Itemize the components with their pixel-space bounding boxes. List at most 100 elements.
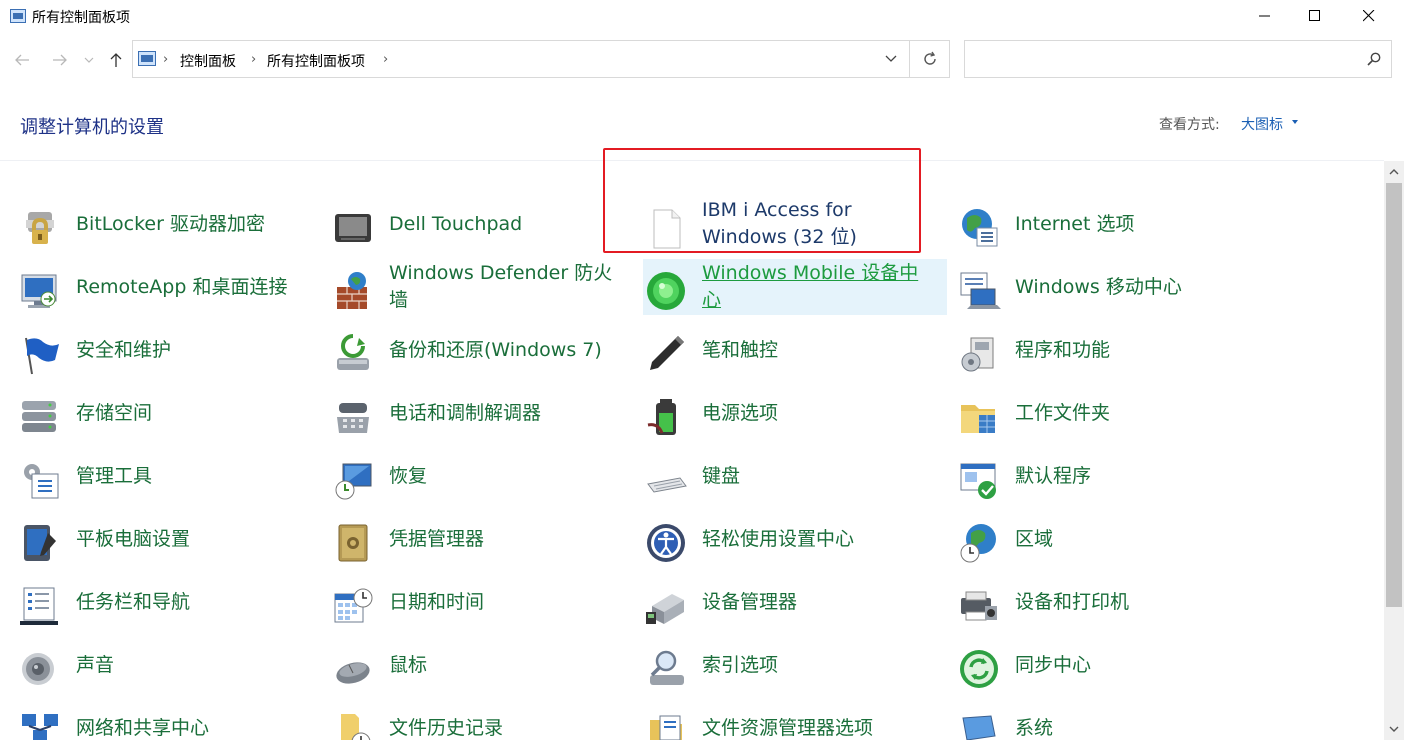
item-label[interactable]: Dell Touchpad xyxy=(389,196,619,252)
item-label[interactable]: 文件资源管理器选项 xyxy=(702,700,932,740)
item-internet-options[interactable]: Internet 选项 xyxy=(939,196,1243,252)
address-bar[interactable]: › 控制面板 › 所有控制面板项 › xyxy=(132,40,950,78)
item-sound[interactable]: 声音 xyxy=(0,637,304,693)
item-label[interactable]: 同步中心 xyxy=(1015,637,1245,693)
item-label[interactable]: 系统 xyxy=(1015,700,1245,740)
item-label[interactable]: Internet 选项 xyxy=(1015,196,1245,252)
item-label[interactable]: 管理工具 xyxy=(76,448,306,504)
caret-down-icon[interactable] xyxy=(1292,120,1298,124)
item-label[interactable]: 备份和还原(Windows 7) xyxy=(389,322,619,378)
refresh-button[interactable] xyxy=(909,41,949,77)
item-label[interactable]: 索引选项 xyxy=(702,637,932,693)
item-ease-of-access[interactable]: 轻松使用设置中心 xyxy=(626,511,930,567)
item-label[interactable]: 声音 xyxy=(76,637,306,693)
item-indexing-options[interactable]: 索引选项 xyxy=(626,637,930,693)
scrollbar-thumb[interactable] xyxy=(1386,183,1402,607)
view-by-dropdown[interactable]: 大图标 xyxy=(1241,114,1283,134)
item-label[interactable]: 笔和触控 xyxy=(702,322,932,378)
close-button[interactable] xyxy=(1346,0,1392,32)
item-tablet-settings[interactable]: 平板电脑设置 xyxy=(0,511,304,567)
item-work-folders[interactable]: 工作文件夹 xyxy=(939,385,1243,441)
up-button[interactable] xyxy=(104,48,128,72)
item-backup-restore[interactable]: 备份和还原(Windows 7) xyxy=(313,322,617,378)
item-label[interactable]: 工作文件夹 xyxy=(1015,385,1245,441)
item-label[interactable]: 日期和时间 xyxy=(389,574,619,630)
item-label[interactable]: 存储空间 xyxy=(76,385,306,441)
breadcrumb-separator[interactable]: › xyxy=(383,52,388,67)
item-label[interactable]: Windows Defender 防火墙 xyxy=(389,259,619,315)
item-region[interactable]: 区域 xyxy=(939,511,1243,567)
item-dell-touchpad[interactable]: Dell Touchpad xyxy=(313,196,617,252)
item-label[interactable]: 电话和调制解调器 xyxy=(389,385,619,441)
chevron-down-icon xyxy=(885,55,897,62)
item-label[interactable]: 凭据管理器 xyxy=(389,511,619,567)
breadcrumb-separator[interactable]: › xyxy=(251,52,256,67)
item-label[interactable]: 平板电脑设置 xyxy=(76,511,306,567)
breadcrumb-separator[interactable]: › xyxy=(163,52,168,67)
item-label[interactable]: 键盘 xyxy=(702,448,932,504)
vertical-scrollbar[interactable] xyxy=(1384,161,1404,740)
breadcrumb-all-items[interactable]: 所有控制面板项 xyxy=(267,51,365,71)
item-label[interactable]: 恢复 xyxy=(389,448,619,504)
item-bitlocker[interactable]: BitLocker 驱动器加密 xyxy=(0,196,304,252)
item-label[interactable]: 鼠标 xyxy=(389,637,619,693)
ease-of-access-icon xyxy=(647,524,685,562)
item-date-time[interactable]: 日期和时间 xyxy=(313,574,617,630)
item-mobility-center[interactable]: Windows 移动中心 xyxy=(939,259,1243,315)
item-label[interactable]: Windows 移动中心 xyxy=(1015,259,1245,315)
item-label[interactable]: 轻松使用设置中心 xyxy=(702,511,932,567)
item-keyboard[interactable]: 键盘 xyxy=(626,448,930,504)
back-arrow-icon xyxy=(15,54,29,66)
address-dropdown-button[interactable] xyxy=(873,41,909,77)
recent-locations-button[interactable] xyxy=(80,48,98,72)
item-storage-spaces[interactable]: 存储空间 xyxy=(0,385,304,441)
item-label[interactable]: 区域 xyxy=(1015,511,1245,567)
item-default-programs[interactable]: 默认程序 xyxy=(939,448,1243,504)
minimize-button[interactable] xyxy=(1242,0,1288,32)
item-security-maintenance[interactable]: 安全和维护 xyxy=(0,322,304,378)
search-input[interactable] xyxy=(973,49,1353,69)
item-label[interactable]: 设备管理器 xyxy=(702,574,932,630)
mobility-center-icon xyxy=(960,272,1001,309)
item-label[interactable]: 文件历史记录 xyxy=(389,700,619,740)
sync-center-icon xyxy=(960,650,998,688)
back-button[interactable] xyxy=(10,48,34,72)
item-programs-features[interactable]: 程序和功能 xyxy=(939,322,1243,378)
item-label[interactable]: 默认程序 xyxy=(1015,448,1245,504)
item-firewall[interactable]: Windows Defender 防火墙 xyxy=(313,259,617,315)
item-label[interactable]: 网络和共享中心 xyxy=(76,700,306,740)
item-phone-modem[interactable]: 电话和调制解调器 xyxy=(313,385,617,441)
scroll-down-button[interactable] xyxy=(1384,720,1404,738)
item-devices-printers[interactable]: 设备和打印机 xyxy=(939,574,1243,630)
minimize-icon xyxy=(1259,15,1270,17)
item-credential-manager[interactable]: 凭据管理器 xyxy=(313,511,617,567)
item-system[interactable]: 系统 xyxy=(939,700,1243,740)
item-remoteapp[interactable]: RemoteApp 和桌面连接 xyxy=(0,259,304,315)
item-device-manager[interactable]: 设备管理器 xyxy=(626,574,930,630)
item-admin-tools[interactable]: 管理工具 xyxy=(0,448,304,504)
item-label[interactable]: 安全和维护 xyxy=(76,322,306,378)
item-network-sharing-center[interactable]: 网络和共享中心 xyxy=(0,700,304,740)
item-sync-center[interactable]: 同步中心 xyxy=(939,637,1243,693)
forward-button[interactable] xyxy=(48,48,72,72)
item-label[interactable]: Windows Mobile 设备中心 xyxy=(702,259,932,315)
item-pen-touch[interactable]: 笔和触控 xyxy=(626,322,930,378)
breadcrumb-control-panel[interactable]: 控制面板 xyxy=(180,51,236,71)
item-mouse[interactable]: 鼠标 xyxy=(313,637,617,693)
item-label[interactable]: 电源选项 xyxy=(702,385,932,441)
item-power-options[interactable]: 电源选项 xyxy=(626,385,930,441)
search-icon[interactable] xyxy=(1367,52,1381,66)
item-windows-mobile-device-center[interactable]: Windows Mobile 设备中心 xyxy=(643,259,947,315)
item-label[interactable]: RemoteApp 和桌面连接 xyxy=(76,259,306,315)
item-label[interactable]: 设备和打印机 xyxy=(1015,574,1245,630)
search-box[interactable] xyxy=(964,40,1392,78)
item-file-history[interactable]: 文件历史记录 xyxy=(313,700,617,740)
item-label[interactable]: 任务栏和导航 xyxy=(76,574,306,630)
item-label[interactable]: 程序和功能 xyxy=(1015,322,1245,378)
item-taskbar-navigation[interactable]: 任务栏和导航 xyxy=(0,574,304,630)
item-explorer-options[interactable]: 文件资源管理器选项 xyxy=(626,700,930,740)
maximize-button[interactable] xyxy=(1292,0,1338,32)
item-label[interactable]: BitLocker 驱动器加密 xyxy=(76,196,306,252)
scroll-up-button[interactable] xyxy=(1384,163,1404,181)
item-recovery[interactable]: 恢复 xyxy=(313,448,617,504)
